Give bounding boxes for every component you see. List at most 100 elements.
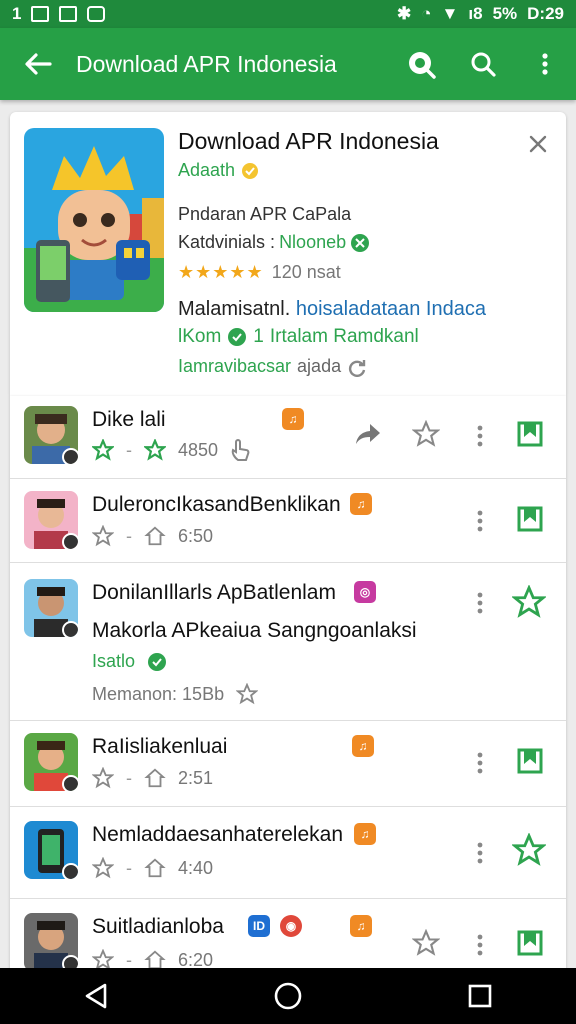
more-vert-icon[interactable] <box>470 933 490 957</box>
home-outline-icon <box>144 526 166 546</box>
list-item-meta: - 4:40 <box>92 857 213 879</box>
search-button[interactable] <box>452 28 514 100</box>
avatar <box>24 913 78 970</box>
separator: - <box>126 439 132 460</box>
list-item[interactable]: Dike lali ♫ - 4850 <box>10 396 566 478</box>
avatar <box>24 579 78 637</box>
more-options-button[interactable] <box>514 28 576 100</box>
tag-icon: ♫ <box>354 823 376 845</box>
description-link[interactable]: hoisaladataan Indaca <box>296 298 486 320</box>
list-item[interactable]: DonilanIllarls ApBatlenlam ◎ Makorla APk… <box>10 562 566 720</box>
avatar <box>24 733 78 791</box>
featured-app-description: Malamisatnl. hoisaladataan Indaca <box>178 298 486 321</box>
list-item-size: 2:51 <box>178 767 214 788</box>
download-bookmark-icon[interactable] <box>514 927 546 959</box>
list-item-size: 6:50 <box>178 525 214 546</box>
list-item-title: Dike lali <box>92 408 166 431</box>
avatar-badge-icon <box>62 533 78 549</box>
nav-back-button[interactable] <box>66 968 126 1024</box>
list-item-title: DonilanIllarls ApBatlenlam <box>92 581 336 604</box>
extra-number: 1 <box>253 326 264 347</box>
close-icon[interactable] <box>528 134 548 154</box>
featured-app-icon <box>24 128 164 312</box>
more-vert-icon[interactable] <box>470 509 490 533</box>
avatar-badge-icon <box>62 448 78 464</box>
tag-blue-icon: ID <box>248 915 270 937</box>
page-title: Download APR Indonesia <box>76 50 337 77</box>
list-item[interactable]: DuleroncIkasandBenklikan ♫ - 6:50 <box>10 478 566 562</box>
verified-badge-icon <box>242 162 259 179</box>
wifi-icon: ▼ <box>441 4 459 23</box>
footer-green: Iamravibacsar <box>178 356 292 376</box>
nav-recents-button[interactable] <box>450 968 510 1024</box>
list-item[interactable]: Nemladdaesanhaterelekan ♫ - 4:40 <box>10 806 566 898</box>
settings-search-button[interactable] <box>390 28 452 100</box>
more-vert-icon[interactable] <box>470 841 490 865</box>
tag-icon: ♫ <box>282 408 304 430</box>
download-bookmark-icon[interactable] <box>514 418 546 450</box>
status-bar: 1 ✱ ◔ ▼ ı8 5% D:29 <box>0 0 576 28</box>
list-item-size: 4:40 <box>178 857 214 878</box>
separator: - <box>126 857 132 878</box>
list-item[interactable]: Suitladianloba ID ◉ ♫ - 6:20 <box>10 898 566 970</box>
download-bookmark-icon[interactable] <box>514 745 546 777</box>
star-outline-icon <box>92 949 114 970</box>
gallery-notification-icon <box>31 6 50 22</box>
more-vert-icon[interactable] <box>470 591 490 615</box>
triangle-back-icon <box>85 983 107 1009</box>
star-outline-icon <box>236 683 259 705</box>
app-list: Dike lali ♫ - 4850 DuleroncIkasandBenkli… <box>10 396 566 970</box>
featured-app-footer: Iamravibacsar ajada <box>178 356 367 377</box>
rating-stars-icon: ★★★★★ <box>178 262 264 282</box>
list-item-meta: - 6:20 <box>92 949 213 970</box>
back-button[interactable] <box>0 28 76 100</box>
star-outline-icon <box>92 767 114 789</box>
home-outline-icon <box>144 768 166 788</box>
more-vert-icon[interactable] <box>470 751 490 775</box>
favorite-icon[interactable] <box>412 420 440 448</box>
list-item-title: DuleroncIkasandBenklikan <box>92 493 341 516</box>
separator: - <box>126 949 132 970</box>
tag-icon: ♫ <box>350 493 372 515</box>
favorite-icon[interactable] <box>512 833 546 867</box>
featured-app-info: Pndaran APR CaPala <box>178 204 352 224</box>
list-item-meta: - 4850 <box>92 438 252 462</box>
favorite-icon[interactable] <box>412 929 440 957</box>
tag-icon: ♫ <box>352 735 374 757</box>
mute-icon: ✱ <box>397 4 412 23</box>
list-item[interactable]: RaIisliakenluai ♫ - 2:51 <box>10 720 566 806</box>
tag-red-icon: ◉ <box>280 915 302 937</box>
featured-app-card[interactable]: Download APR Indonesia Adaath Pndaran AP… <box>10 112 566 396</box>
hand-icon <box>231 439 250 461</box>
refresh-icon[interactable] <box>347 357 367 377</box>
avatar <box>24 406 78 464</box>
circle-home-icon <box>274 982 302 1010</box>
category-label: Katdvinials : <box>178 232 276 252</box>
footer-grey: ajada <box>297 356 342 376</box>
battery-text: 5% <box>492 4 518 23</box>
home-outline-icon <box>144 439 166 461</box>
nav-home-button[interactable] <box>258 968 318 1024</box>
square-recents-icon <box>468 984 492 1008</box>
app-bar: Download APR Indonesia <box>0 28 576 100</box>
share-icon[interactable] <box>354 422 382 446</box>
separator: - <box>126 767 132 788</box>
more-vert-icon[interactable] <box>470 424 490 448</box>
extra-left: lKom <box>178 326 222 347</box>
tag-icon: ♫ <box>350 915 372 937</box>
list-item-developer: Isatlo <box>92 651 167 672</box>
featured-app-developer[interactable]: Adaath <box>178 160 259 181</box>
extra-badge-icon <box>228 328 247 346</box>
status-time: D:29 <box>527 4 564 23</box>
category-value: Nlooneb <box>279 232 347 252</box>
home-outline-icon <box>144 950 166 970</box>
favorite-icon[interactable] <box>512 585 546 619</box>
avatar <box>24 491 78 549</box>
list-item-title: Suitladianloba <box>92 915 224 938</box>
list-item-size: 4850 <box>178 439 219 460</box>
download-bookmark-icon[interactable] <box>514 503 546 535</box>
memory-text: Memanon: 15Bb <box>92 683 225 704</box>
settings-search-icon <box>409 52 436 79</box>
mail-notification-icon <box>59 6 78 22</box>
tag-icon: ◎ <box>354 581 376 603</box>
